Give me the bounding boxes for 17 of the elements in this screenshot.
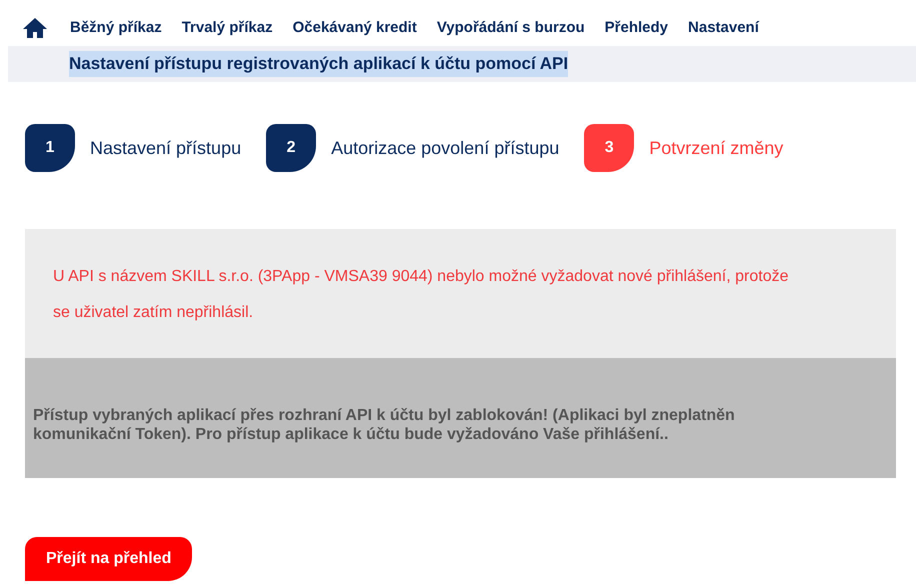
step-number: 2 bbox=[266, 124, 316, 172]
error-message: U API s názvem SKILL s.r.o. (3PApp - VMSA39 9044) nebylo možné vyžadovat nové přihlášení, protože se uživatel zatím nepřihlásil. bbox=[53, 267, 790, 323]
nav-link[interactable]: Očekávaný kredit bbox=[292, 16, 417, 40]
home-icon[interactable] bbox=[22, 17, 48, 39]
step-number: 3 bbox=[584, 124, 634, 172]
nav-link[interactable]: Trvalý příkaz bbox=[182, 16, 273, 40]
nav-link[interactable]: Přehledy bbox=[604, 16, 668, 40]
nav-link[interactable]: Nastavení bbox=[688, 16, 759, 40]
step-label: Autorizace povolení přístupu bbox=[331, 136, 560, 160]
overview-button[interactable]: Přejít na přehled bbox=[25, 537, 192, 581]
page-title: Nastavení přístupu registrovaných aplikací k účtu pomocí API bbox=[69, 51, 568, 77]
nav-link[interactable]: Běžný příkaz bbox=[70, 16, 162, 40]
step-label: Nastavení přístupu bbox=[90, 136, 242, 160]
nav-link[interactable]: Vypořádání s burzou bbox=[436, 16, 585, 40]
step-number: 1 bbox=[25, 124, 75, 172]
info-message: Přístup vybraných aplikací přes rozhraní API k účtu byl zablokován! (Aplikaci byl zneplatněn komunikační Token). Pro přístup aplikace k účtu bude vyžadováno Vaše přihlášení.. bbox=[33, 406, 736, 444]
step-label: Potvrzení změny bbox=[649, 136, 784, 160]
